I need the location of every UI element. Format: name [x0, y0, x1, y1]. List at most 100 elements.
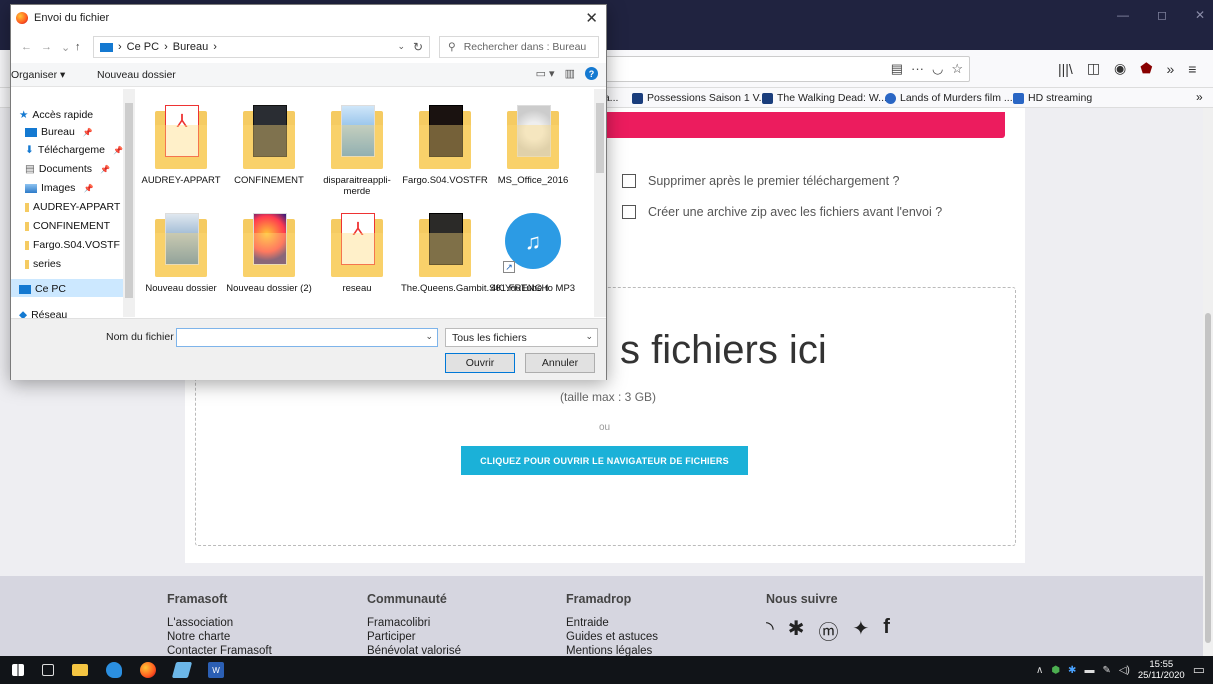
diaspora-icon[interactable]: ✱: [788, 616, 805, 645]
word-icon[interactable]: W: [208, 662, 224, 678]
reader-view-icon[interactable]: ▤: [891, 61, 903, 77]
nav-item-folder[interactable]: Fargo.S04.VOSTF: [25, 239, 120, 251]
chevron-down-icon[interactable]: ⌄: [425, 331, 433, 342]
bookmarks-overflow-button[interactable]: »: [1196, 90, 1203, 104]
footer-link[interactable]: Entraide: [566, 616, 658, 630]
file-item[interactable]: Nouveau dossier (2): [225, 211, 313, 294]
file-list-scrollbar[interactable]: [594, 89, 606, 317]
menu-icon[interactable]: ≡: [1188, 61, 1196, 77]
breadcrumb-ce-pc[interactable]: Ce PC: [127, 41, 159, 53]
forward-button[interactable]: →: [41, 41, 52, 53]
file-item[interactable]: The.Queens.Gambit.S01.FRENCH: [401, 211, 548, 294]
up-button[interactable]: ↑: [75, 41, 81, 53]
nav-item-folder[interactable]: CONFINEMENT: [25, 220, 110, 232]
option-zip-archive[interactable]: Créer une archive zip avec les fichiers …: [622, 205, 942, 219]
bookmark-item[interactable]: HD streaming: [1013, 92, 1092, 104]
task-view-icon[interactable]: [42, 664, 54, 676]
preview-pane-icon[interactable]: ▥: [565, 67, 575, 80]
facebook-icon[interactable]: f: [883, 616, 890, 645]
edge-icon[interactable]: [106, 662, 122, 678]
pin-icon: 📌: [82, 127, 93, 137]
footer-link[interactable]: Guides et astuces: [566, 630, 658, 644]
minimize-button[interactable]: —: [1117, 8, 1129, 22]
pen-icon[interactable]: ✎: [1102, 665, 1110, 676]
network-icon[interactable]: ▬: [1084, 665, 1094, 676]
nav-item-bureau[interactable]: Bureau 📌: [25, 126, 93, 138]
file-explorer-icon[interactable]: [72, 664, 88, 676]
file-item[interactable]: CONFINEMENT: [225, 103, 313, 186]
cancel-button[interactable]: Annuler: [525, 353, 595, 373]
bookmark-star-icon[interactable]: ☆: [951, 61, 963, 77]
notifications-icon[interactable]: ▭: [1193, 662, 1205, 678]
footer-link[interactable]: Participer: [367, 630, 461, 644]
open-button[interactable]: Ouvrir: [445, 353, 515, 373]
bookmark-item[interactable]: Possessions Saison 1 V...: [632, 92, 767, 104]
nav-item-folder[interactable]: AUDREY-APPART: [25, 201, 120, 213]
search-input[interactable]: ⚲ Rechercher dans : Bureau: [439, 36, 599, 58]
twitter-icon[interactable]: ✦: [853, 616, 870, 645]
back-button[interactable]: ←: [21, 41, 32, 53]
option-delete-after-download[interactable]: Supprimer après le premier téléchargemen…: [622, 174, 900, 188]
file-item[interactable]: Fargo.S04.VOSTFR: [401, 103, 489, 186]
overflow-icon[interactable]: »: [1166, 61, 1174, 77]
file-item[interactable]: ⅄ AUDREY-APPART: [137, 103, 225, 186]
volume-icon[interactable]: ◁): [1119, 665, 1130, 676]
tray-app-icon[interactable]: ⬢: [1051, 665, 1060, 676]
file-item[interactable]: ♫ ↗ 4K YouTube to MP3: [489, 211, 577, 294]
view-options-icon[interactable]: ▭ ▾: [536, 67, 555, 80]
windows-start-icon[interactable]: [12, 664, 24, 676]
page-scrollbar[interactable]: [1203, 108, 1213, 656]
pocket-icon[interactable]: ◡: [932, 61, 943, 77]
scrollbar-thumb[interactable]: [596, 103, 604, 173]
chevron-down-icon[interactable]: ⌄: [585, 331, 593, 342]
nav-item-folder[interactable]: series: [25, 258, 61, 270]
nav-item-documents[interactable]: ▤ Documents 📌: [25, 163, 110, 175]
footer-link[interactable]: Notre charte: [167, 630, 272, 644]
file-item[interactable]: disparaitreappli-merde: [313, 103, 401, 197]
sidebar-icon[interactable]: ◫: [1087, 60, 1100, 77]
clock[interactable]: 15:55 25/11/2020: [1138, 659, 1185, 681]
scrollbar-thumb[interactable]: [125, 103, 133, 298]
new-folder-button[interactable]: Nouveau dossier: [97, 69, 176, 81]
file-item[interactable]: Nouveau dossier: [137, 211, 225, 294]
mastodon-icon[interactable]: ⓜ: [819, 616, 839, 645]
url-bar[interactable]: ▤ ··· ◡ ☆: [600, 56, 970, 82]
account-icon[interactable]: ◉: [1114, 60, 1126, 77]
ublock-icon[interactable]: ⬟: [1140, 60, 1152, 77]
footer-link[interactable]: L'association: [167, 616, 272, 630]
navigation-scrollbar[interactable]: [123, 89, 135, 317]
library-icon[interactable]: |||\: [1058, 61, 1073, 77]
organize-button[interactable]: Organiser ▾: [11, 69, 65, 81]
rss-icon[interactable]: ◝: [766, 616, 774, 645]
firefox-icon[interactable]: [140, 662, 156, 678]
filename-input[interactable]: ⌄: [176, 328, 438, 347]
show-hidden-icons-icon[interactable]: ∧: [1036, 665, 1043, 676]
maximize-button[interactable]: ◻: [1157, 8, 1167, 22]
refresh-icon[interactable]: ↻: [413, 40, 423, 54]
browse-files-button[interactable]: CLIQUEZ POUR OUVRIR LE NAVIGATEUR DE FIC…: [461, 446, 748, 475]
bluetooth-icon[interactable]: ✱: [1068, 665, 1076, 676]
more-icon[interactable]: ···: [911, 61, 924, 77]
recent-locations-button[interactable]: ⌄: [61, 41, 70, 54]
checkbox[interactable]: [622, 205, 636, 219]
nav-item-images[interactable]: Images 📌: [25, 182, 93, 194]
nav-this-pc[interactable]: Ce PC: [19, 283, 66, 295]
address-bar[interactable]: › Ce PC › Bureau › ⌄ ↻: [93, 36, 430, 58]
breadcrumb-bureau[interactable]: Bureau: [173, 41, 208, 53]
close-dialog-button[interactable]: ✕: [585, 9, 598, 27]
app-icon[interactable]: [171, 662, 193, 678]
file-item[interactable]: MS_Office_2016: [489, 103, 577, 186]
scrollbar-thumb[interactable]: [1205, 313, 1211, 643]
nav-quick-access[interactable]: ★ Accès rapide: [19, 109, 93, 121]
help-icon[interactable]: ?: [585, 67, 598, 80]
file-name: disparaitreappli-merde: [323, 175, 391, 197]
bookmark-item[interactable]: The Walking Dead: W...: [762, 92, 887, 104]
file-item[interactable]: ⅄ reseau: [313, 211, 401, 294]
close-window-button[interactable]: ✕: [1195, 8, 1205, 22]
nav-item-downloads[interactable]: ⬇ Téléchargeme 📌: [25, 144, 123, 156]
bookmark-item[interactable]: Lands of Murders film ...: [885, 92, 1013, 104]
chevron-down-icon[interactable]: ⌄: [397, 41, 405, 52]
checkbox[interactable]: [622, 174, 636, 188]
footer-link[interactable]: Framacolibri: [367, 616, 461, 630]
file-type-filter[interactable]: Tous les fichiers ⌄: [445, 328, 598, 347]
